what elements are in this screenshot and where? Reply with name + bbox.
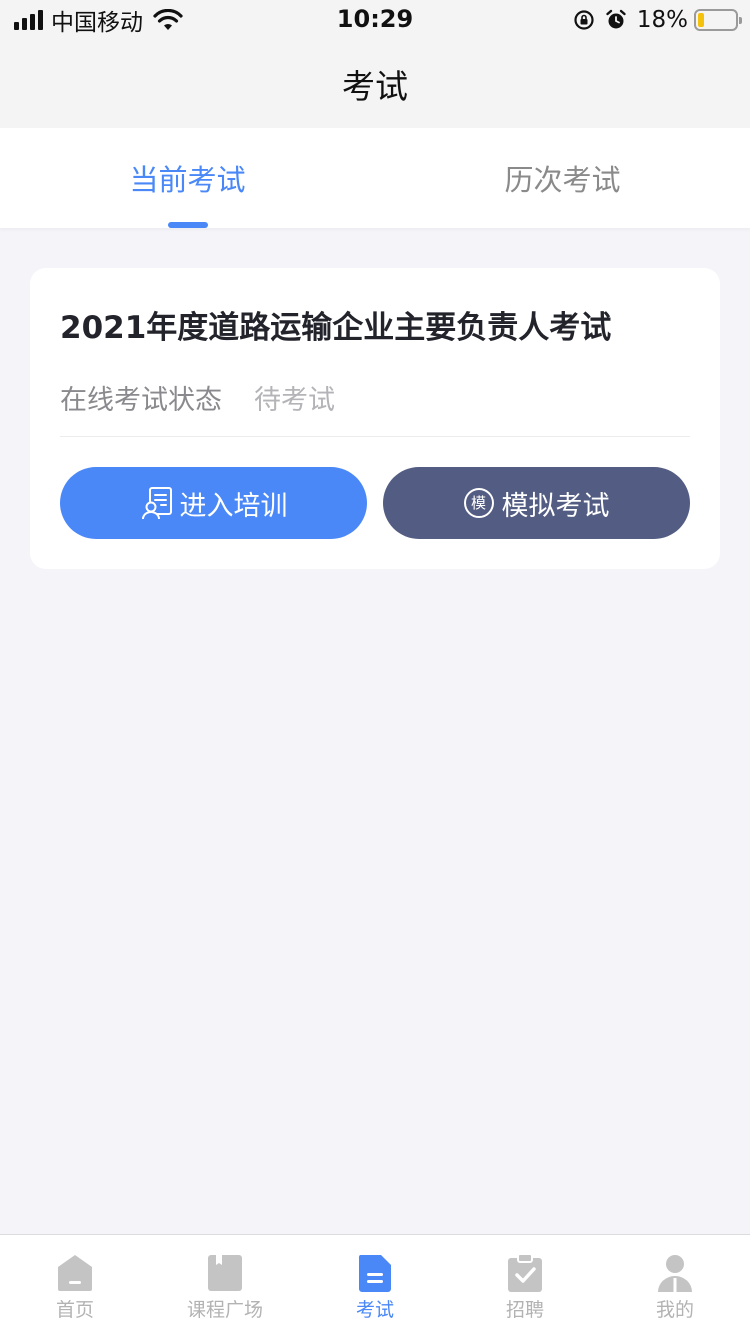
- tabbar-item-exam[interactable]: 考试: [300, 1235, 450, 1334]
- tabbar-label-exam: 考试: [355, 1299, 394, 1321]
- training-document-icon: [141, 487, 172, 520]
- battery-icon: [694, 9, 742, 31]
- tabbar-item-courses[interactable]: 课程广场: [150, 1235, 300, 1334]
- user-icon: [658, 1255, 692, 1292]
- home-icon: [58, 1255, 92, 1291]
- active-tab-indicator: [168, 222, 208, 228]
- book-icon: [208, 1255, 242, 1291]
- enter-training-label: 进入培训: [179, 490, 288, 522]
- tabbar-item-recruit[interactable]: 招聘: [450, 1235, 600, 1334]
- exam-tabs: 当前考试 历次考试: [0, 128, 750, 228]
- exam-title: 2021年度道路运输企业主要负责人考试: [60, 310, 612, 346]
- battery-percent: 18%: [636, 7, 688, 33]
- exam-status-value: 待考试: [254, 385, 335, 416]
- alarm-icon: [606, 9, 626, 29]
- status-bar: 中国移动 10:29 18%: [0, 0, 750, 40]
- exam-document-icon: [358, 1255, 391, 1292]
- tab-current-exam[interactable]: 当前考试: [0, 128, 375, 228]
- card-divider: [60, 436, 690, 437]
- tabbar-label-home: 首页: [55, 1299, 94, 1321]
- enter-training-button[interactable]: 进入培训: [60, 467, 367, 539]
- mock-exam-label: 模拟考试: [501, 490, 610, 522]
- tabbar-item-home[interactable]: 首页: [0, 1235, 150, 1334]
- tabbar-label-courses: 课程广场: [186, 1299, 263, 1321]
- mock-exam-button[interactable]: 模 模拟考试: [383, 467, 690, 539]
- tabbar-item-mine[interactable]: 我的: [600, 1235, 750, 1334]
- mock-exam-icon: 模: [463, 488, 494, 518]
- tab-past-exams[interactable]: 历次考试: [375, 128, 750, 228]
- tabbar-label-mine: 我的: [655, 1299, 694, 1321]
- rotation-lock-icon: [574, 10, 594, 30]
- exam-card: 2021年度道路运输企业主要负责人考试 在线考试状态 待考试 进入培训 模 模拟…: [30, 268, 720, 569]
- tabbar-label-recruit: 招聘: [505, 1299, 544, 1321]
- bottom-tab-bar: 首页 课程广场 考试 招聘 我的: [0, 1234, 750, 1334]
- exam-status-label: 在线考试状态: [60, 385, 222, 416]
- clipboard-check-icon: [508, 1253, 542, 1292]
- page-title: 考试: [342, 67, 408, 106]
- exam-status-row: 在线考试状态 待考试: [60, 378, 335, 417]
- nav-bar: 考试: [0, 40, 750, 128]
